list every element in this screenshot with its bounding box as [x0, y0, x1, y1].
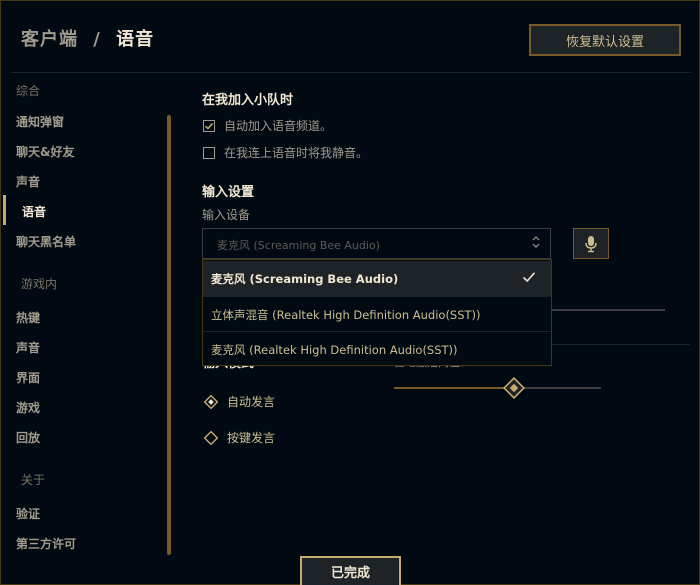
mute-on-connect-label: 在我连上语音时将我静音。 — [224, 146, 369, 160]
device-option-screaming-bee[interactable]: 麦克风 (Screaming Bee Audio) — [203, 261, 551, 296]
input-device-value: 麦克风 (Screaming Bee Audio) — [217, 239, 380, 252]
threshold-slider-fill — [394, 387, 515, 389]
mic-test-button[interactable] — [573, 228, 609, 259]
settings-window: 客户端 / 语音 恢复默认设置 综合 通知弹窗 聊天&好友 声音 语音 聊天黑名… — [0, 0, 700, 585]
mute-on-connect-checkbox[interactable]: 在我连上语音时将我静音。 — [203, 144, 368, 161]
volume-track-partial — [552, 309, 665, 311]
input-device-label: 输入设备 — [202, 208, 251, 222]
done-button[interactable]: 已完成 — [300, 556, 401, 585]
device-option-label: 麦克风 (Realtek High Definition Audio(SST)) — [211, 342, 458, 357]
radio-selected-icon — [204, 394, 218, 409]
voice-settings-panel: 在我加入小队时 自动加入语音频道。 在我连上语音时将我静音。 输入设置 输入设备… — [1, 1, 700, 585]
device-option-realtek-mic[interactable]: 麦克风 (Realtek High Definition Audio(SST)) — [203, 332, 551, 367]
input-device-dropdown: 麦克风 (Screaming Bee Audio) 立体声混音 (Realtek… — [202, 259, 552, 366]
push-to-talk-radio[interactable]: 按键发言 — [204, 429, 275, 446]
checkmark-icon — [522, 272, 536, 283]
input-device-select[interactable]: 麦克风 (Screaming Bee Audio) — [202, 228, 551, 259]
auto-join-voice-checkbox[interactable]: 自动加入语音频道。 — [203, 117, 332, 134]
auto-join-voice-label: 自动加入语音频道。 — [224, 119, 333, 133]
threshold-slider-thumb[interactable] — [503, 377, 526, 399]
device-option-label: 立体声混音 (Realtek High Definition Audio(SST… — [211, 307, 481, 322]
open-mic-radio[interactable]: 自动发言 — [204, 393, 275, 410]
microphone-icon — [585, 235, 597, 252]
join-party-heading: 在我加入小队时 — [202, 93, 294, 108]
checkmark-icon — [204, 122, 214, 130]
device-option-label: 麦克风 (Screaming Bee Audio) — [211, 271, 399, 286]
up-down-caret-icon — [532, 236, 540, 248]
input-settings-heading: 输入设置 — [202, 185, 255, 200]
push-to-talk-label: 按键发言 — [227, 431, 276, 445]
device-option-stereo-mix[interactable]: 立体声混音 (Realtek High Definition Audio(SST… — [203, 297, 551, 332]
radio-unselected-icon — [204, 430, 218, 445]
checkbox-checked[interactable] — [203, 119, 215, 132]
open-mic-label: 自动发言 — [227, 395, 276, 409]
checkbox-unchecked[interactable] — [203, 146, 215, 159]
